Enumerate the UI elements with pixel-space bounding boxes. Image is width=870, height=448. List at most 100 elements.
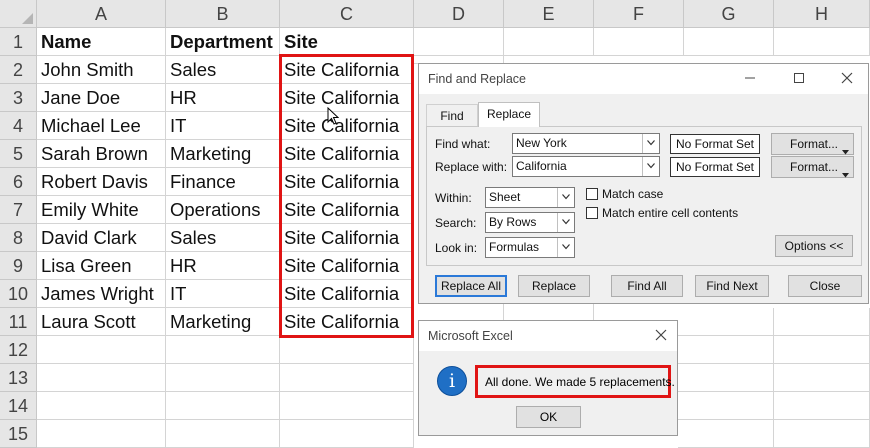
empty-cell[interactable] [280,336,414,364]
dialog-titlebar[interactable]: Find and Replace [419,64,868,94]
cell-a5[interactable]: Sarah Brown [37,140,166,168]
match-case-checkbox[interactable] [586,188,598,200]
cell-a9[interactable]: Lisa Green [37,252,166,280]
look-in-select[interactable]: Formulas [485,237,575,258]
empty-cell[interactable] [774,336,870,364]
column-header-e[interactable]: E [504,0,594,28]
chevron-down-icon[interactable] [642,134,659,153]
cell-c2[interactable]: Site California [280,56,414,84]
row-header-7[interactable]: 7 [0,196,37,224]
find-next-button[interactable]: Find Next [695,275,769,297]
empty-cell[interactable] [37,336,166,364]
empty-cell[interactable] [37,392,166,420]
empty-cell[interactable] [166,364,280,392]
cell-b6[interactable]: Finance [166,168,280,196]
column-header-d[interactable]: D [414,0,504,28]
tab-replace[interactable]: Replace [478,102,540,127]
row-header-1[interactable]: 1 [0,28,37,56]
cell-b8[interactable]: Sales [166,224,280,252]
empty-cell[interactable] [504,304,594,320]
cell-a6[interactable]: Robert Davis [37,168,166,196]
cell-c7[interactable]: Site California [280,196,414,224]
empty-cell[interactable] [774,28,870,56]
cell-a8[interactable]: David Clark [37,224,166,252]
empty-cell[interactable] [774,364,870,392]
cell-a10[interactable]: James Wright [37,280,166,308]
row-header-14[interactable]: 14 [0,392,37,420]
message-box-titlebar[interactable]: Microsoft Excel [419,321,677,351]
cell-c8[interactable]: Site California [280,224,414,252]
empty-cell[interactable] [594,28,684,56]
empty-cell[interactable] [684,28,774,56]
cell-b2[interactable]: Sales [166,56,280,84]
empty-cell[interactable] [280,364,414,392]
cell-b1[interactable]: Department [166,28,280,56]
close-icon[interactable] [838,70,856,88]
row-header-2[interactable]: 2 [0,56,37,84]
cell-b9[interactable]: HR [166,252,280,280]
empty-cell[interactable] [37,420,166,448]
tab-find[interactable]: Find [426,104,478,126]
empty-cell[interactable] [774,392,870,420]
cell-b5[interactable]: Marketing [166,140,280,168]
cell-b7[interactable]: Operations [166,196,280,224]
close-icon[interactable] [652,327,670,345]
row-header-10[interactable]: 10 [0,280,37,308]
cell-b10[interactable]: IT [166,280,280,308]
cell-c11[interactable]: Site California [280,308,414,336]
cell-a2[interactable]: John Smith [37,56,166,84]
empty-cell[interactable] [774,420,870,448]
chevron-down-icon[interactable] [557,213,574,232]
row-header-3[interactable]: 3 [0,84,37,112]
column-header-h[interactable]: H [774,0,870,28]
column-header-f[interactable]: F [594,0,684,28]
cell-b4[interactable]: IT [166,112,280,140]
chevron-down-icon[interactable] [642,157,659,176]
row-header-15[interactable]: 15 [0,420,37,448]
row-header-8[interactable]: 8 [0,224,37,252]
find-format-button[interactable]: Format... [771,133,854,155]
row-header-6[interactable]: 6 [0,168,37,196]
cell-c9[interactable]: Site California [280,252,414,280]
empty-cell[interactable] [504,28,594,56]
empty-cell[interactable] [678,420,774,448]
row-header-4[interactable]: 4 [0,112,37,140]
cell-c6[interactable]: Site California [280,168,414,196]
cell-a3[interactable]: Jane Doe [37,84,166,112]
empty-cell[interactable] [678,364,774,392]
empty-cell[interactable] [166,336,280,364]
empty-cell[interactable] [166,392,280,420]
column-header-c[interactable]: C [280,0,414,28]
cell-c10[interactable]: Site California [280,280,414,308]
cell-c4[interactable]: Site California [280,112,414,140]
empty-cell[interactable] [414,304,504,320]
row-header-12[interactable]: 12 [0,336,37,364]
ok-button[interactable]: OK [516,406,581,428]
cell-c5[interactable]: Site California [280,140,414,168]
row-header-11[interactable]: 11 [0,308,37,336]
empty-cell[interactable] [280,392,414,420]
chevron-down-icon[interactable] [557,238,574,257]
cell-c1[interactable]: Site [280,28,414,56]
column-header-g[interactable]: G [684,0,774,28]
cell-a1[interactable]: Name [37,28,166,56]
empty-cell[interactable] [166,420,280,448]
column-header-a[interactable]: A [37,0,166,28]
empty-cell[interactable] [280,420,414,448]
match-entire-checkbox[interactable] [586,207,598,219]
cell-b3[interactable]: HR [166,84,280,112]
row-header-9[interactable]: 9 [0,252,37,280]
empty-cell[interactable] [678,336,774,364]
empty-cell[interactable] [678,392,774,420]
row-header-13[interactable]: 13 [0,364,37,392]
replace-all-button[interactable]: Replace All [435,275,507,297]
cell-a4[interactable]: Michael Lee [37,112,166,140]
empty-cell[interactable] [414,28,504,56]
maximize-icon[interactable] [790,70,808,88]
options-button[interactable]: Options << [775,235,853,257]
cell-a11[interactable]: Laura Scott [37,308,166,336]
replace-format-button[interactable]: Format... [771,156,854,178]
search-select[interactable]: By Rows [485,212,575,233]
chevron-down-icon[interactable] [557,188,574,207]
empty-cell[interactable] [37,364,166,392]
